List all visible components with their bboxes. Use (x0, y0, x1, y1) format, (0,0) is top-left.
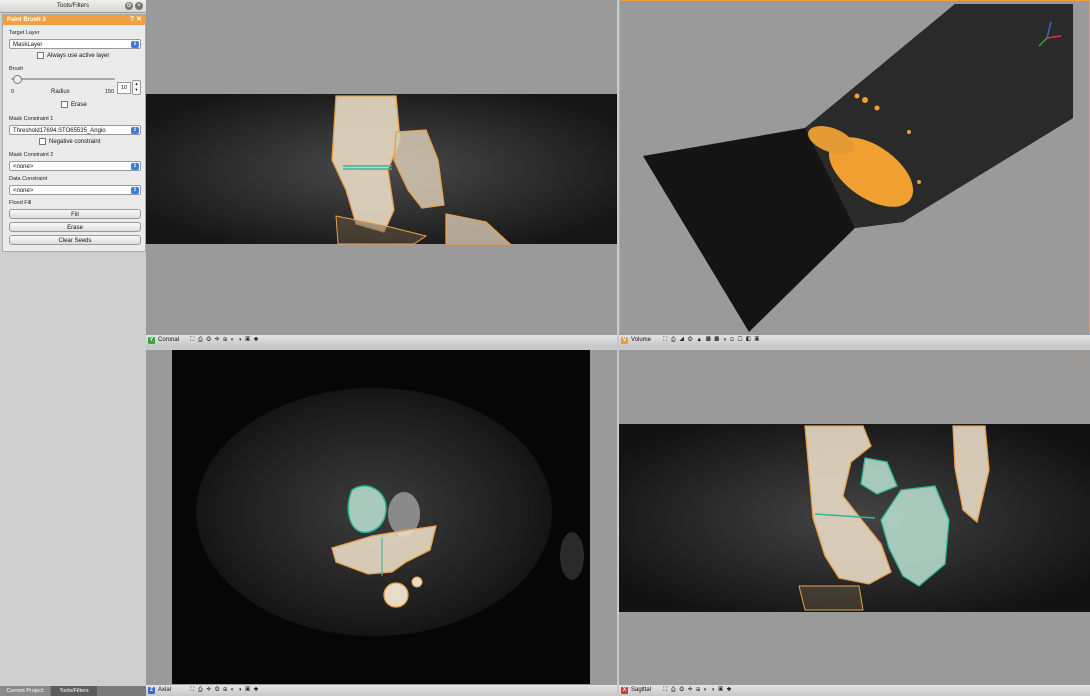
volume-render[interactable] (619, 0, 1090, 346)
radius-input[interactable]: 10 (117, 82, 131, 94)
coronal-view-tools[interactable]: ⛶ ⎙ ◎ ✥ ⊞ ◐ ◑ ▣ ✚ (190, 335, 259, 346)
volume-axis-badge: V (621, 337, 628, 344)
chevron-down-icon: ⇕ (131, 41, 139, 48)
paint-brush-header: Paint Brush 3 ? ✕ (3, 15, 145, 25)
chevron-down-icon: ⇕ (131, 127, 139, 134)
coronal-axis-badge: Y (148, 337, 155, 344)
volume-toolbar: V Volume ⛶ ⎙ ◢ ◎ ▲ ▦ ▦ ◑ ⊡ ▢ ◧ ▣ (619, 334, 1090, 346)
axial-image[interactable] (146, 350, 617, 696)
axial-label: Axial (158, 687, 172, 693)
coronal-toolbar: Y Coronal ⛶ ⎙ ◎ ✥ ⊞ ◐ ◑ ▣ ✚ (146, 334, 617, 346)
mask-constraint-2-select[interactable]: <none> ⇕ (9, 161, 141, 171)
close-icon[interactable]: × (135, 2, 143, 10)
paint-brush-panel: Paint Brush 3 ? ✕ Target Layer MaskLayer… (2, 14, 146, 252)
radius-slider-handle[interactable] (13, 75, 22, 84)
coronal-viewport[interactable]: ▭ ▭ Y Coronal ⛶ ⎙ ◎ ✥ ⊞ ◐ ◑ ▣ ✚ (146, 0, 617, 346)
target-layer-select[interactable]: MaskLayer ⇕ (9, 39, 141, 49)
sagittal-image[interactable] (619, 350, 1090, 696)
checkbox-icon (61, 101, 68, 108)
view-label: ▭ ▭ (1072, 354, 1086, 360)
axial-toolbar: Z Axial ⛶ ⎙ ✥ ◎ ⊞ ◐ ◑ ▣ ✚ (146, 684, 617, 696)
negative-constraint-checkbox[interactable]: Negative constraint (39, 138, 100, 145)
data-constraint-select[interactable]: <none> ⇕ (9, 185, 141, 195)
data-constraint-label: Data Constraint (9, 176, 48, 182)
bottom-tab-bar: Current Project Tools/Filters (0, 686, 146, 696)
volume-view-tools[interactable]: ⛶ ⎙ ◢ ◎ ▲ ▦ ▦ ◑ ⊡ ▢ ◧ ▣ (663, 335, 760, 346)
chevron-down-icon: ⇕ (131, 163, 139, 170)
sagittal-axis-badge: X (621, 687, 628, 694)
mask-constraint-1-label: Mask Constraint 1 (9, 116, 54, 122)
volume-label: Volume (631, 337, 652, 343)
radius-stepper[interactable]: ▲ ▼ (132, 80, 141, 95)
volume-viewport[interactable]: V Volume ⛶ ⎙ ◢ ◎ ▲ ▦ ▦ ◑ ⊡ ▢ ◧ ▣ (619, 0, 1090, 346)
axial-viewport[interactable]: Z Axial ⛶ ⎙ ✥ ◎ ⊞ ◐ ◑ ▣ ✚ (146, 350, 617, 696)
checkbox-icon (37, 52, 44, 59)
tab-tools-filters[interactable]: Tools/Filters (51, 686, 97, 696)
erase-checkbox[interactable]: Erase (61, 101, 87, 108)
sagittal-viewport[interactable]: ▭ ▭ X Sagittal ⛶ ⎙ ◎ ✥ ⊞ ◐ ◑ ▣ ✚ (619, 350, 1090, 696)
sagittal-label: Sagittal (631, 687, 652, 693)
erase-button[interactable]: Erase (9, 222, 141, 232)
sagittal-view-tools[interactable]: ⛶ ⎙ ◎ ✥ ⊞ ◐ ◑ ▣ ✚ (663, 685, 732, 696)
always-use-active-layer-checkbox[interactable]: Always use active layer (37, 52, 109, 59)
radius-slider-track[interactable] (11, 78, 115, 80)
radius-label: Radius (51, 89, 70, 95)
negative-constraint-label: Negative constraint (49, 139, 101, 146)
coronal-image[interactable] (146, 0, 617, 346)
mask-constraint-2-label: Mask Constraint 2 (9, 152, 54, 158)
checkbox-icon (39, 138, 46, 145)
tools-panel: Tools/Filters ⚙ × Paint Brush 3 ? ✕ Targ… (0, 0, 146, 696)
tab-current-project[interactable]: Current Project (0, 686, 50, 696)
axial-axis-badge: Z (148, 687, 155, 694)
flood-fill-label: Flood Fill (9, 200, 32, 206)
target-layer-label: Target Layer (9, 30, 40, 36)
help-close-icons[interactable]: ? ✕ (130, 15, 142, 25)
chevron-down-icon: ⇕ (131, 187, 139, 194)
brush-label: Brush (9, 66, 24, 72)
data-constraint-value: <none> (13, 188, 34, 194)
fill-button[interactable]: Fill (9, 209, 141, 219)
mask-constraint-1-select[interactable]: Threshold17694.STO65535_Angio ⇕ (9, 125, 141, 135)
view-label: ▭ ▭ (599, 4, 613, 10)
coronal-label: Coronal (158, 337, 180, 343)
clear-seeds-button[interactable]: Clear Seeds (9, 235, 141, 245)
always-use-active-layer-label: Always use active layer (47, 53, 110, 60)
axial-view-tools[interactable]: ⛶ ⎙ ✥ ◎ ⊞ ◐ ◑ ▣ ✚ (190, 685, 259, 696)
settings-icon[interactable]: ⚙ (125, 2, 133, 10)
slider-min-label: 0 (11, 89, 15, 95)
slider-max-label: 150 (105, 89, 115, 95)
erase-checkbox-label: Erase (71, 102, 87, 109)
target-layer-value: MaskLayer (13, 42, 43, 48)
mask-constraint-2-value: <none> (13, 164, 34, 170)
sagittal-toolbar: X Sagittal ⛶ ⎙ ◎ ✥ ⊞ ◐ ◑ ▣ ✚ (619, 684, 1090, 696)
paint-brush-title: Paint Brush 3 (7, 17, 46, 23)
mask-constraint-1-value: Threshold17694.STO65535_Angio (13, 128, 106, 134)
